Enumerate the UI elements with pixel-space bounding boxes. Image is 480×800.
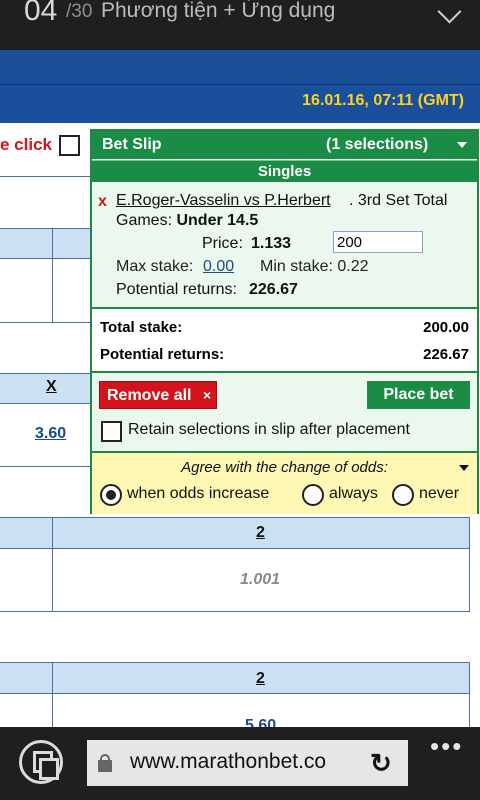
max-stake-label: Max stake:: [116, 258, 194, 275]
selection-item: x E.Roger-Vasselin vs P.Herbert . 3rd Se…: [92, 182, 477, 309]
event-link[interactable]: E.Roger-Vasselin vs P.Herbert: [116, 192, 331, 210]
status-bar: 04 /30 Phương tiện + Ứng dụng: [0, 0, 480, 50]
bet-actions: Remove all × Place bet Retain selections…: [92, 373, 477, 453]
potential-returns-label: Potential returns:: [116, 281, 237, 298]
market-name: . 3rd Set Total: [349, 192, 448, 209]
tab-total: /30: [66, 1, 93, 22]
bet-totals: Total stake: 200.00 Potential returns: 2…: [92, 309, 477, 373]
column-header-x: X: [46, 378, 57, 395]
table-divider: [0, 466, 90, 467]
table-divider: [52, 517, 53, 611]
bet-slip-header[interactable]: Bet Slip (1 selections): [92, 131, 477, 159]
url-text: www.marathonbet.co: [130, 750, 327, 773]
lock-body: [98, 760, 112, 772]
market-line: Games: Under 14.5: [116, 212, 258, 230]
chevron-down-icon[interactable]: [437, 0, 462, 24]
max-stake-link[interactable]: 0.00: [203, 258, 234, 276]
total-returns-value: 226.67: [423, 346, 469, 363]
table-divider: [52, 228, 53, 322]
table-header-row: [0, 373, 90, 403]
table-divider: [0, 517, 470, 518]
total-stake-label: Total stake:: [100, 319, 183, 336]
place-bet-button[interactable]: Place bet: [367, 381, 470, 409]
table-divider: [0, 548, 470, 549]
table-header-cell: [0, 517, 52, 548]
tab-index: 04: [24, 0, 58, 27]
status-title: Phương tiện + Ứng dụng: [101, 0, 336, 22]
remove-all-button[interactable]: Remove all ×: [99, 381, 217, 409]
one-click-label: e click: [0, 135, 52, 154]
more-options-icon[interactable]: •••: [430, 731, 463, 762]
dropdown-arrow-icon[interactable]: [459, 465, 469, 471]
table-divider: [0, 176, 90, 177]
radio-always[interactable]: [302, 484, 324, 506]
radio-when-odds-increase[interactable]: [100, 484, 122, 506]
singles-section-header: Singles: [92, 160, 477, 183]
table-header-cell: [0, 662, 52, 693]
table-header-cell: [0, 228, 52, 258]
lock-icon: [98, 754, 112, 772]
odd-link-x[interactable]: 3.60: [35, 425, 66, 443]
column-header-2: 2: [256, 524, 265, 541]
table-header-cell: [53, 228, 90, 258]
browser-address-bar: www.marathonbet.co ↻ •••: [0, 727, 480, 800]
radio-label-always: always: [329, 485, 378, 502]
table-divider: [469, 517, 470, 611]
url-field[interactable]: www.marathonbet.co ↻: [87, 740, 408, 786]
price-value: 1.133: [251, 235, 292, 252]
remove-selection-icon[interactable]: x: [98, 193, 107, 211]
table-divider: [0, 693, 470, 694]
server-datetime: 16.01.16, 07:11 (GMT): [302, 92, 464, 109]
retain-selections-label: Retain selections in slip after placemen…: [128, 421, 410, 438]
potential-returns-value: 226.67: [249, 281, 298, 298]
odds-change-title: Agree with the change of odds:: [181, 459, 388, 476]
odd-value-2[interactable]: 1.001: [240, 571, 280, 589]
column-header-2: 2: [256, 670, 265, 687]
price-label: Price:: [202, 235, 243, 252]
radio-label-increase: when odds increase: [127, 485, 270, 502]
tabs-button[interactable]: [19, 740, 63, 784]
one-click-checkbox[interactable]: [59, 135, 80, 156]
table-divider: [0, 403, 90, 404]
table-divider: [0, 611, 470, 612]
collapse-arrow-icon[interactable]: [457, 142, 467, 148]
market-name-cont: Games:: [116, 212, 177, 229]
outcome-name: Under 14.5: [176, 212, 259, 229]
table-divider: [0, 373, 90, 374]
radio-label-never: never: [419, 485, 460, 502]
site-nav-bar: [0, 50, 480, 84]
table-divider: [52, 662, 53, 727]
table-divider: [0, 322, 90, 323]
table-divider: [0, 258, 90, 259]
table-divider: [469, 662, 470, 727]
min-stake-label: Min stake: 0.22: [260, 258, 369, 275]
selection-count: (1 selections): [326, 136, 429, 153]
total-stake-value: 200.00: [423, 319, 469, 336]
odds-change-panel: Agree with the change of odds: when odds…: [92, 453, 477, 514]
stake-input[interactable]: [333, 231, 423, 253]
total-returns-label: Potential returns:: [100, 346, 225, 363]
tabs-icon: [39, 758, 59, 780]
close-icon: ×: [203, 387, 212, 403]
radio-never[interactable]: [392, 484, 414, 506]
retain-selections-checkbox[interactable]: [101, 421, 122, 442]
table-divider: [0, 662, 470, 663]
remove-all-label: Remove all: [107, 387, 192, 404]
table-divider: [0, 228, 90, 229]
reload-icon[interactable]: ↻: [370, 748, 392, 779]
bet-slip-panel: Bet Slip (1 selections) Singles x E.Roge…: [90, 129, 479, 514]
bet-slip-title: Bet Slip: [102, 136, 162, 153]
